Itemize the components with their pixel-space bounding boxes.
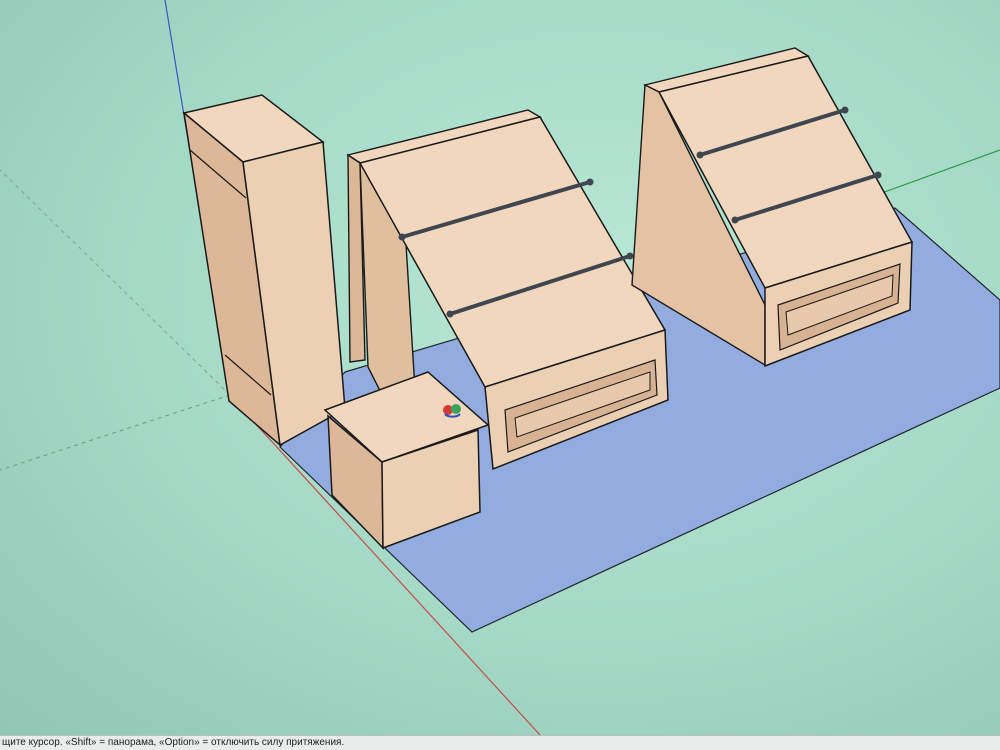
green-axis-dashed: [0, 394, 231, 471]
red-axis-dashed: [0, 169, 231, 396]
status-bar: щите курсор. «Shift» = панорама, «Option…: [0, 735, 1000, 750]
drawing-viewport[interactable]: [0, 0, 1000, 735]
tall-cabinet[interactable]: [182, 94, 346, 447]
status-hint-text: щите курсор. «Shift» = панорама, «Option…: [2, 737, 345, 748]
model-scene[interactable]: [0, 0, 1000, 735]
